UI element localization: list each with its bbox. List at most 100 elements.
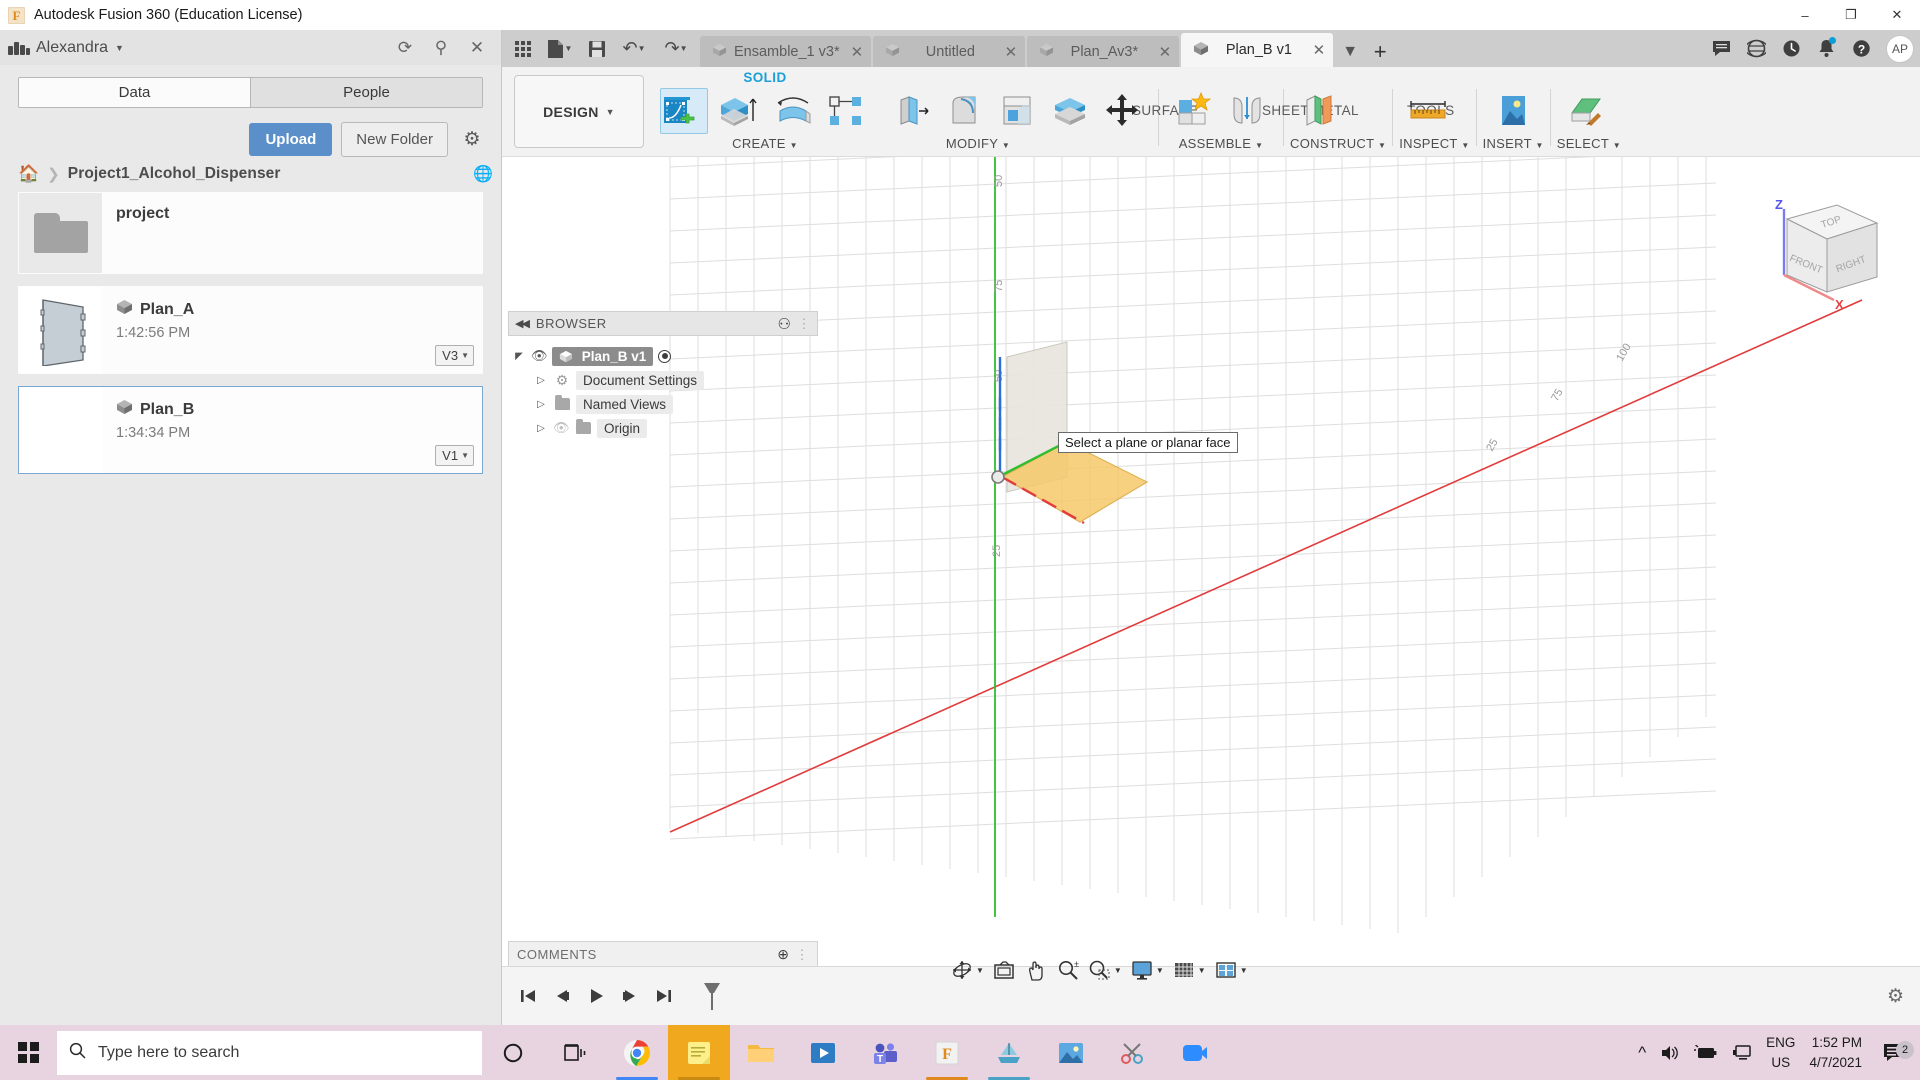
create-sketch-icon[interactable] [660,88,708,134]
bell-icon[interactable] [1810,32,1843,65]
eye-icon[interactable]: 👁 [531,348,548,364]
globe-icon[interactable] [1740,32,1773,65]
play-icon[interactable] [584,984,608,1008]
shell-icon[interactable] [994,88,1042,134]
offset-face-icon[interactable] [1046,88,1094,134]
zoom-app-icon[interactable] [1164,1025,1226,1080]
new-tab-plus-icon[interactable]: + [1365,36,1395,67]
eye-hidden-icon[interactable]: 👁 [553,420,570,436]
close-tab-icon[interactable]: ✕ [851,43,864,61]
sticky-notes-icon[interactable] [668,1025,730,1080]
sheet-metal-flange-icon[interactable] [890,88,938,134]
cortana-icon[interactable] [482,1025,544,1080]
scissors-app-icon[interactable] [1102,1025,1164,1080]
ribbon-group-label[interactable]: CONSTRUCT ▼ [1290,136,1386,151]
grid-snap-button[interactable]: ▼ [1169,955,1209,985]
new-file-icon[interactable]: ▼ [540,33,580,64]
extrude-icon[interactable] [712,88,760,134]
version-badge[interactable]: V1 ▼ [435,445,474,466]
joint-icon[interactable] [1223,88,1271,134]
tab-overflow-chevron-icon[interactable]: ▼ [1335,36,1365,67]
chrome-icon[interactable] [606,1025,668,1080]
insert-image-icon[interactable] [1489,88,1537,134]
photos-icon[interactable] [1040,1025,1102,1080]
new-folder-button[interactable]: New Folder [341,121,448,157]
construct-plane-icon[interactable] [1296,88,1344,134]
workspace-selector[interactable]: DESIGN ▼ [514,75,644,148]
document-tab-plan-b[interactable]: Plan_B v1 ✕ [1181,33,1334,67]
battery-charging-icon[interactable] [1694,1044,1718,1061]
step-back-icon[interactable] [550,984,574,1008]
step-forward-icon[interactable] [618,984,642,1008]
comment-icon[interactable] [1705,32,1738,65]
timeline-marker-icon[interactable] [700,983,724,1010]
root-radio-icon[interactable] [658,349,672,363]
skip-end-icon[interactable] [652,984,676,1008]
clock[interactable]: 1:52 PM 4/7/2021 [1809,1033,1862,1072]
close-tab-icon[interactable]: ✕ [1313,41,1326,59]
list-item[interactable]: Plan_A 1:42:56 PM V3 ▼ [18,286,483,374]
teams-icon[interactable]: T [854,1025,916,1080]
search-icon[interactable]: ⚲ [431,38,451,58]
viewport-canvas[interactable]: 50 75 50 25 100 75 25 [502,157,1920,1002]
network-icon[interactable] [1732,1044,1752,1061]
move-copy-icon[interactable] [1098,88,1146,134]
redo-icon[interactable]: ↷ ▼ [656,33,696,64]
close-button[interactable]: ✕ [1874,0,1920,30]
fusion360-icon[interactable]: F [916,1025,978,1080]
tree-root-label[interactable]: Plan_B v1 [552,346,654,366]
globe-icon[interactable]: 🌐 [473,164,501,184]
comments-panel[interactable]: COMMENTS ⊕ ⋮ [508,941,818,968]
ribbon-group-label[interactable]: MODIFY ▼ [804,136,1152,151]
zoom-button[interactable]: ± [1053,955,1083,985]
task-view-icon[interactable] [544,1025,606,1080]
maximize-button[interactable]: ❐ [1828,0,1874,30]
viewports-button[interactable]: ▼ [1211,955,1251,985]
ribbon-group-label[interactable]: SELECT ▼ [1557,136,1621,151]
new-component-icon[interactable] [1171,88,1219,134]
ribbon-group-label[interactable]: INSERT ▼ [1483,136,1544,151]
resize-grip-icon[interactable]: ⋮ [796,947,810,963]
timeline-settings-icon[interactable]: ⚙ [1887,985,1920,1008]
revolve-icon[interactable] [770,88,818,134]
resize-grip-icon[interactable]: ⋮ [798,316,812,332]
skip-start-icon[interactable] [516,984,540,1008]
tree-row-root[interactable]: ◤ 👁 Plan_B v1 [512,344,818,368]
sweep-pattern-icon[interactable] [822,88,870,134]
gear-icon[interactable]: ⚙ [461,128,483,150]
start-button[interactable] [0,1025,57,1080]
search-input[interactable]: Type here to search [57,1030,482,1075]
select-tool-icon[interactable] [1563,88,1611,134]
chevron-down-icon[interactable]: ▼ [115,43,124,53]
pan-button[interactable] [1021,955,1051,985]
file-explorer-icon[interactable] [730,1025,792,1080]
ribbon-group-label[interactable]: INSPECT ▼ [1399,136,1469,151]
fit-button[interactable] [989,955,1019,985]
view-cube[interactable]: TOP FRONT RIGHT Z X [1742,187,1892,312]
tree-row-origin[interactable]: ▷ 👁 Origin [512,416,818,440]
collapse-icon[interactable]: ◀◀ [515,317,530,330]
press-pull-icon[interactable] [942,88,990,134]
tree-row-named-views[interactable]: ▷ Named Views [512,392,818,416]
notification-center-button[interactable]: 2 [1876,1040,1914,1063]
movies-tv-icon[interactable] [792,1025,854,1080]
upload-button[interactable]: Upload [249,122,333,156]
list-item-selected[interactable]: Plan_B 1:34:34 PM V1 ▼ [18,386,483,474]
save-icon[interactable] [582,33,612,64]
minimize-button[interactable]: – [1782,0,1828,30]
close-tab-icon[interactable]: ✕ [1005,43,1018,61]
version-badge[interactable]: V3 ▼ [435,345,474,366]
user-name[interactable]: Alexandra [36,39,108,57]
boat-app-icon[interactable] [978,1025,1040,1080]
help-icon[interactable]: ? [1845,32,1878,65]
avatar[interactable]: AP [1886,34,1914,63]
measure-icon[interactable] [1405,88,1453,134]
orbit-button[interactable]: ▼ [947,955,987,985]
tab-data[interactable]: Data [19,78,250,107]
tree-row-document-settings[interactable]: ▷ ⚙ Document Settings [512,368,818,392]
home-icon[interactable]: 🏠 [18,164,39,184]
grid-apps-icon[interactable] [508,33,538,64]
document-tab-plan-a[interactable]: Plan_Av3* ✕ [1027,36,1180,67]
list-item[interactable]: project [18,192,483,274]
breadcrumb-project-name[interactable]: Project1_Alcohol_Dispenser [68,165,281,183]
